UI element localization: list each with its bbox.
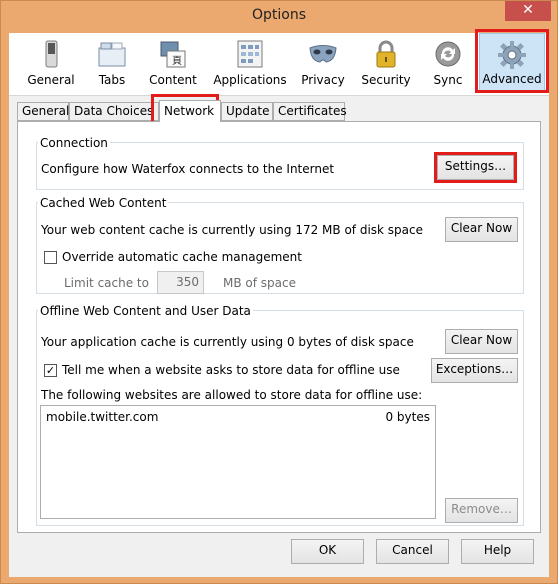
toolbar-item-advanced[interactable]: Advanced xyxy=(479,33,545,93)
toolbar-label-privacy: Privacy xyxy=(301,73,345,87)
cache-clear-now-button[interactable]: Clear Now xyxy=(445,217,518,242)
tab-certificates[interactable]: Certificates xyxy=(273,102,347,121)
site-size: 0 bytes xyxy=(385,410,430,424)
title-bar[interactable]: Options ✕ xyxy=(1,1,557,33)
toolbar-item-security[interactable]: Security xyxy=(355,33,417,93)
applications-icon xyxy=(237,40,263,68)
tab-general[interactable]: General xyxy=(17,102,69,121)
options-window: Options ✕ General Tabs 頁 Content Applica… xyxy=(0,0,558,584)
svg-text:頁: 頁 xyxy=(172,55,182,67)
dialog-client-area: General Tabs 頁 Content Applications Priv… xyxy=(9,29,549,577)
privacy-mask-icon xyxy=(309,45,337,63)
override-cache-label[interactable]: Override automatic cache management xyxy=(62,250,302,264)
offline-clear-now-button[interactable]: Clear Now xyxy=(445,329,518,354)
window-frame-right xyxy=(549,33,557,577)
offline-allowed-label: The following websites are allowed to st… xyxy=(41,388,423,402)
window-frame-left xyxy=(1,33,9,577)
connection-description: Configure how Waterfox connects to the I… xyxy=(41,162,335,176)
list-item[interactable]: mobile.twitter.com 0 bytes xyxy=(41,406,435,426)
cancel-button[interactable]: Cancel xyxy=(376,539,449,564)
limit-cache-unit: MB of space xyxy=(223,276,296,290)
offline-exceptions-button[interactable]: Exceptions… xyxy=(431,358,518,383)
connection-heading: Connection xyxy=(38,136,110,150)
toolbar-item-content[interactable]: 頁 Content xyxy=(143,33,203,93)
toolbar-label-content: Content xyxy=(149,73,197,87)
cache-heading: Cached Web Content xyxy=(38,196,169,210)
toolbar-label-applications: Applications xyxy=(213,73,287,87)
toolbar-label-security: Security xyxy=(361,73,411,87)
offline-remove-button[interactable]: Remove… xyxy=(445,498,518,523)
offline-sites-list[interactable]: mobile.twitter.com 0 bytes xyxy=(40,405,436,519)
offline-usage-text: Your application cache is currently usin… xyxy=(41,335,414,349)
switch-icon xyxy=(45,40,58,68)
cache-usage-text: Your web content cache is currently usin… xyxy=(41,223,424,237)
limit-cache-input[interactable]: 350 xyxy=(157,271,204,294)
tab-update[interactable]: Update xyxy=(221,102,273,121)
gear-icon xyxy=(498,41,526,69)
toolbar-label-tabs: Tabs xyxy=(98,73,126,87)
offline-heading: Offline Web Content and User Data xyxy=(38,304,253,318)
toolbar-label-general: General xyxy=(27,73,75,87)
toolbar-item-applications[interactable]: Applications xyxy=(209,33,291,93)
toolbar-item-general[interactable]: General xyxy=(21,33,81,93)
preferences-toolbar: General Tabs 頁 Content Applications Priv… xyxy=(9,33,549,96)
tell-offline-checkbox[interactable]: ✓ xyxy=(44,364,57,377)
window-title: Options xyxy=(251,7,307,23)
toolbar-item-sync[interactable]: Sync xyxy=(423,33,473,93)
toolbar-item-tabs[interactable]: Tabs xyxy=(85,33,139,93)
tab-data-choices[interactable]: Data Choices xyxy=(69,102,159,121)
limit-cache-label: Limit cache to xyxy=(64,276,149,290)
sync-icon xyxy=(435,41,461,67)
close-button[interactable]: ✕ xyxy=(505,1,551,21)
lock-icon xyxy=(376,40,396,68)
help-button[interactable]: Help xyxy=(461,539,534,564)
toolbar-label-sync: Sync xyxy=(433,73,463,87)
site-name: mobile.twitter.com xyxy=(46,410,159,424)
tab-network[interactable]: Network xyxy=(159,100,221,122)
network-panel: Connection Configure how Waterfox connec… xyxy=(17,121,541,533)
content-icon: 頁 xyxy=(160,41,186,68)
toolbar-item-privacy[interactable]: Privacy xyxy=(295,33,351,93)
tabs-icon xyxy=(98,42,126,67)
connection-settings-button[interactable]: Settings… xyxy=(437,155,514,180)
override-cache-checkbox[interactable] xyxy=(44,251,57,264)
tell-offline-label[interactable]: Tell me when a website asks to store dat… xyxy=(62,363,400,377)
ok-button[interactable]: OK xyxy=(291,539,364,564)
toolbar-label-advanced: Advanced xyxy=(482,72,542,86)
